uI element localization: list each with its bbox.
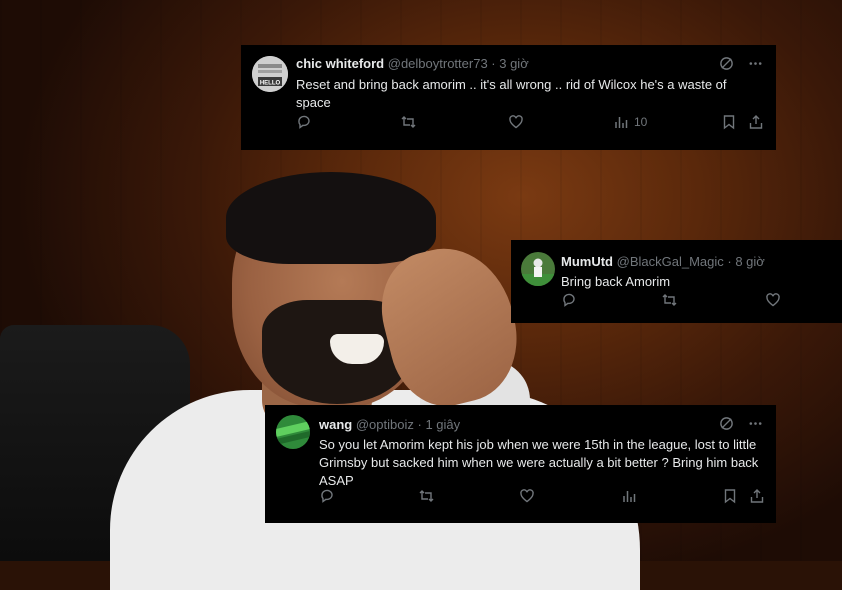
author-name[interactable]: chic whiteford [296,56,384,71]
views-button[interactable]: 10 [614,115,647,129]
tweet-header: MumUtd @BlackGal_Magic · 8 giờ [561,254,765,269]
views-icon[interactable] [622,489,636,503]
more-icon[interactable] [748,56,763,71]
timestamp[interactable]: · 1 giây [418,417,461,432]
retweet-icon[interactable] [400,114,417,130]
tweet-header: chic whiteford @delboytrotter73 · 3 giờ [296,56,529,71]
tweet-card-3[interactable]: wang @optiboiz · 1 giây So you let Amori… [265,405,776,523]
like-icon[interactable] [508,114,524,130]
avatar[interactable]: HELLO [252,56,288,92]
author-name[interactable]: MumUtd [561,254,613,269]
bookmark-icon[interactable] [723,488,737,504]
more-icon[interactable] [748,416,763,431]
avatar-image [521,252,555,286]
author-name[interactable]: wang [319,417,352,432]
author-handle[interactable]: @optiboiz [356,417,414,432]
author-handle[interactable]: @delboytrotter73 [388,56,488,71]
tweet-card-2[interactable]: MumUtd @BlackGal_Magic · 8 giờ Bring bac… [511,240,842,323]
grok-icon[interactable] [719,416,734,431]
retweet-icon[interactable] [418,488,435,504]
tweet-text: So you let Amorim kept his job when we w… [319,437,759,488]
hair [226,172,436,264]
like-icon[interactable] [765,292,781,308]
views-count: 10 [634,115,648,129]
tweet-top-actions [719,416,763,431]
reply-icon[interactable] [296,114,312,130]
avatar-logo-text: HELLO [260,81,281,87]
tweet-top-actions [719,56,763,71]
share-icon[interactable] [748,114,764,130]
bookmark-icon[interactable] [722,114,736,130]
tweet-header: wang @optiboiz · 1 giây [319,417,460,432]
tweet-text: Bring back Amorim [561,274,671,289]
avatar-image [276,415,310,449]
tweet-text: Reset and bring back amorim .. it's all … [296,77,727,110]
views-icon [615,117,628,128]
avatar[interactable] [521,252,555,286]
timestamp[interactable]: · 3 giờ [491,56,528,71]
share-icon[interactable] [749,488,765,504]
reply-icon[interactable] [561,292,577,308]
avatar-image: HELLO [252,56,288,92]
reply-icon[interactable] [319,488,335,504]
timestamp[interactable]: · 8 giờ [727,254,764,269]
grok-icon[interactable] [719,56,734,71]
tweet-card-1[interactable]: HELLO chic whiteford @delboytrotter73 · … [241,45,776,150]
like-icon[interactable] [519,488,535,504]
avatar[interactable] [276,415,310,449]
author-handle[interactable]: @BlackGal_Magic [617,254,724,269]
retweet-icon[interactable] [661,292,678,308]
